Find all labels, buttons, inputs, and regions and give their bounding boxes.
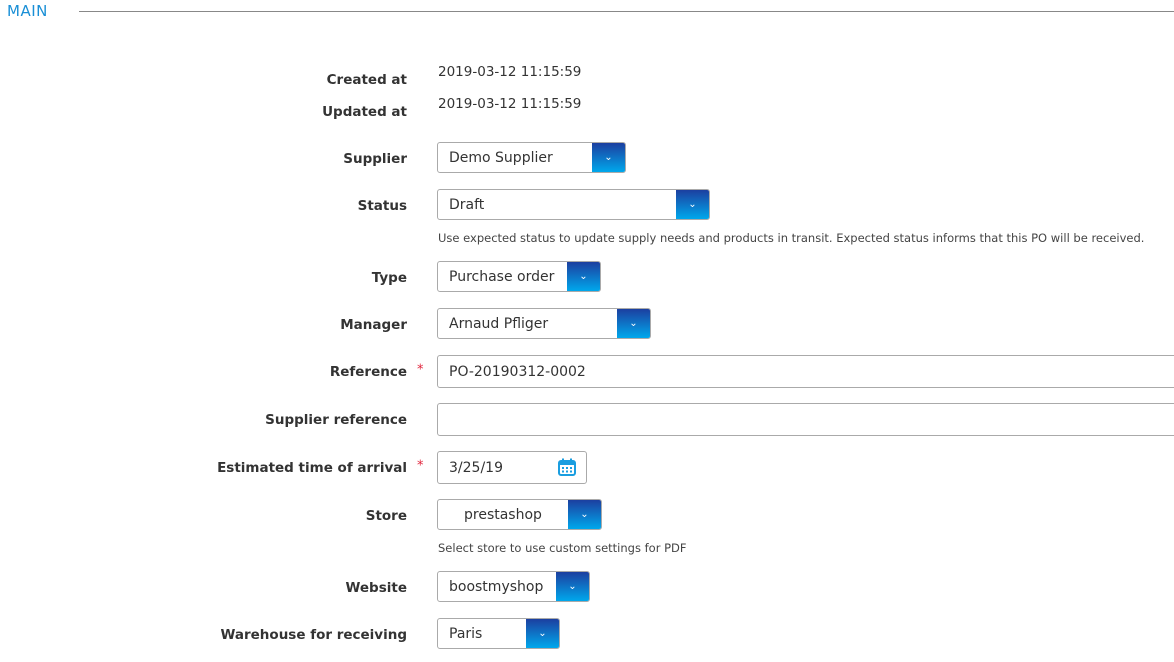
manager-select[interactable]: Arnaud Pfliger ⌄	[437, 308, 651, 339]
status-value: Draft	[449, 196, 485, 213]
warehouse-select[interactable]: Paris ⌄	[437, 618, 560, 649]
section-title: MAIN	[7, 2, 48, 20]
type-select[interactable]: Purchase order ⌄	[437, 261, 601, 292]
eta-label: Estimated time of arrival	[217, 460, 407, 476]
store-value: prestashop	[464, 506, 542, 523]
supplier-value: Demo Supplier	[449, 149, 553, 166]
status-select[interactable]: Draft ⌄	[437, 189, 710, 220]
type-value: Purchase order	[449, 268, 555, 285]
chevron-down-icon[interactable]: ⌄	[556, 572, 589, 601]
store-select[interactable]: prestashop ⌄	[437, 499, 602, 530]
chevron-down-icon[interactable]: ⌄	[617, 309, 650, 338]
status-label: Status	[357, 198, 407, 214]
website-value: boostmyshop	[449, 578, 544, 595]
warehouse-value: Paris	[449, 625, 483, 642]
supplier-reference-label: Supplier reference	[265, 412, 407, 428]
supplier-select[interactable]: Demo Supplier ⌄	[437, 142, 626, 173]
supplier-reference-input[interactable]	[437, 403, 1174, 436]
type-label: Type	[371, 270, 407, 286]
manager-value: Arnaud Pfliger	[449, 315, 549, 332]
manager-label: Manager	[340, 317, 407, 333]
warehouse-label: Warehouse for receiving	[220, 627, 407, 643]
status-help: Use expected status to update supply nee…	[438, 231, 1145, 245]
calendar-icon[interactable]	[558, 458, 576, 476]
required-marker: *	[417, 458, 424, 474]
chevron-down-icon[interactable]: ⌄	[592, 143, 625, 172]
supplier-label: Supplier	[343, 151, 407, 167]
store-help: Select store to use custom settings for …	[438, 541, 687, 555]
website-select[interactable]: boostmyshop ⌄	[437, 571, 590, 602]
chevron-down-icon[interactable]: ⌄	[567, 262, 600, 291]
chevron-down-icon[interactable]: ⌄	[568, 500, 601, 529]
section-divider	[79, 11, 1174, 12]
eta-date-input[interactable]: 3/25/19	[437, 451, 587, 484]
reference-input[interactable]: PO-20190312-0002	[437, 355, 1174, 388]
updated-at-value: 2019-03-12 11:15:59	[438, 96, 582, 112]
website-label: Website	[345, 580, 407, 596]
reference-label: Reference	[329, 364, 407, 380]
updated-at-label: Updated at	[322, 104, 407, 120]
chevron-down-icon[interactable]: ⌄	[526, 619, 559, 648]
eta-value: 3/25/19	[449, 459, 503, 476]
chevron-down-icon[interactable]: ⌄	[676, 190, 709, 219]
required-marker: *	[417, 362, 424, 378]
created-at-label: Created at	[326, 72, 407, 88]
created-at-value: 2019-03-12 11:15:59	[438, 64, 582, 80]
store-label: Store	[365, 508, 407, 524]
reference-value: PO-20190312-0002	[449, 363, 586, 380]
